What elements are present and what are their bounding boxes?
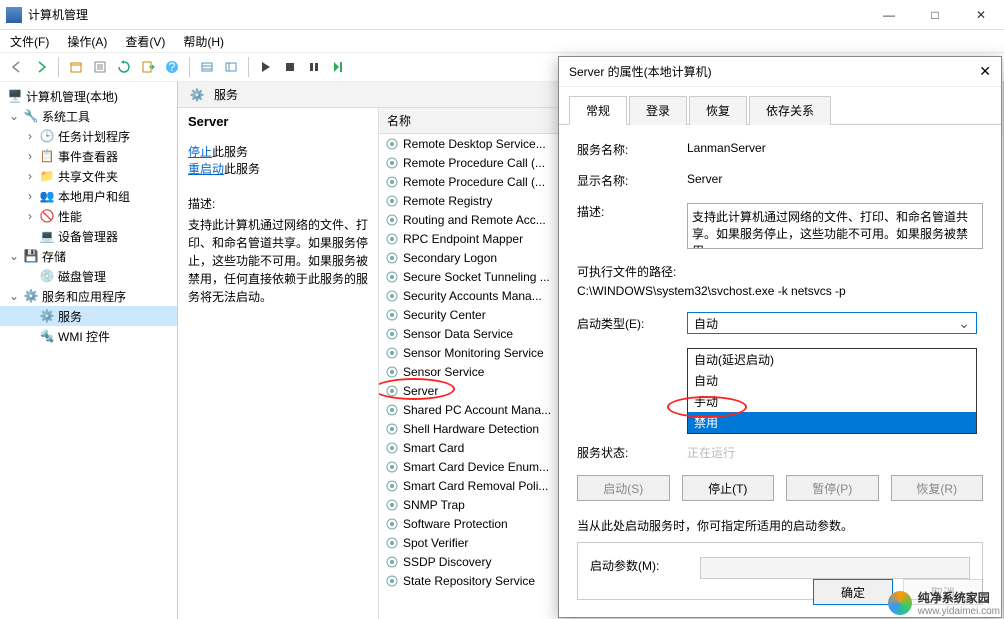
pause-button: 暂停(P): [786, 475, 879, 501]
option-auto[interactable]: 自动: [688, 370, 976, 391]
watermark-url: www.yidaimei.com: [918, 606, 1000, 617]
display-name-value: Server: [687, 172, 983, 186]
service-detail-pane: Server 停止此服务 重启动此服务 描述: 支持此计算机通过网络的文件、打印…: [178, 108, 378, 619]
help-button[interactable]: ?: [161, 56, 183, 78]
desc-textarea[interactable]: [687, 203, 983, 249]
tree-scheduler[interactable]: ›🕒任务计划程序: [0, 126, 177, 146]
desc-label: 描述:: [577, 203, 687, 220]
option-manual[interactable]: 手动: [688, 391, 976, 412]
option-disabled[interactable]: 禁用: [688, 412, 976, 433]
tab-recovery[interactable]: 恢复: [689, 96, 747, 125]
ok-button[interactable]: 确定: [813, 579, 893, 605]
dialog-tabs: 常规 登录 恢复 依存关系: [559, 87, 1001, 125]
back-button[interactable]: [6, 56, 28, 78]
tree-services-apps[interactable]: ⌄⚙️服务和应用程序: [0, 286, 177, 306]
dialog-title: Server 的属性(本地计算机): [569, 63, 712, 80]
tree-disk-mgmt[interactable]: 💿磁盘管理: [0, 266, 177, 286]
start-params-input: [700, 557, 970, 579]
start-params-hint: 当从此处启动服务时，你可指定所适用的启动参数。: [577, 517, 983, 534]
titlebar: 计算机管理 — □ ✕: [0, 0, 1004, 30]
menu-help[interactable]: 帮助(H): [183, 33, 224, 50]
forward-button[interactable]: [30, 56, 52, 78]
pause-button[interactable]: [303, 56, 325, 78]
menu-file[interactable]: 文件(F): [10, 33, 49, 50]
svg-text:?: ?: [169, 60, 176, 74]
tree-system-tools[interactable]: ⌄🔧系统工具: [0, 106, 177, 126]
close-button[interactable]: ✕: [958, 0, 1004, 30]
watermark-site: 纯净系统家园: [918, 589, 1000, 606]
tree-root[interactable]: 🖥️计算机管理(本地): [0, 86, 177, 106]
window-title: 计算机管理: [28, 6, 88, 23]
start-button: 启动(S): [577, 475, 670, 501]
tree-local-users[interactable]: ›👥本地用户和组: [0, 186, 177, 206]
app-icon: [6, 7, 22, 23]
minimize-button[interactable]: —: [866, 0, 912, 30]
resume-button: 恢复(R): [891, 475, 984, 501]
tree-wmi[interactable]: 🔩WMI 控件: [0, 326, 177, 346]
description-text: 支持此计算机通过网络的文件、打印、和命名管道共享。如果服务停止，这些功能不可用。…: [188, 216, 368, 306]
gear-icon: ⚙️: [189, 87, 205, 103]
description-label: 描述:: [188, 195, 368, 212]
stop-button[interactable]: [279, 56, 301, 78]
menu-action[interactable]: 操作(A): [67, 33, 107, 50]
selected-service-name: Server: [188, 114, 368, 129]
tree-storage[interactable]: ⌄💾存储: [0, 246, 177, 266]
tree-services[interactable]: ⚙️服务: [0, 306, 177, 326]
path-value: C:\WINDOWS\system32\svchost.exe -k netsv…: [577, 284, 983, 298]
option-auto-delayed[interactable]: 自动(延迟启动): [688, 349, 976, 370]
service-name-value: LanmanServer: [687, 141, 983, 155]
stop-button[interactable]: 停止(T): [682, 475, 775, 501]
nav-tree[interactable]: 🖥️计算机管理(本地) ⌄🔧系统工具 ›🕒任务计划程序 ›📋事件查看器 ›📁共享…: [0, 82, 178, 619]
tab-dependencies[interactable]: 依存关系: [749, 96, 831, 125]
watermark-icon: [888, 591, 912, 615]
tree-device-manager[interactable]: 💻设备管理器: [0, 226, 177, 246]
properties-dialog: Server 的属性(本地计算机) ✕ 常规 登录 恢复 依存关系 服务名称:L…: [558, 56, 1002, 618]
tree-shared-folders[interactable]: ›📁共享文件夹: [0, 166, 177, 186]
up-button[interactable]: [65, 56, 87, 78]
display-name-label: 显示名称:: [577, 172, 687, 189]
status-label: 服务状态:: [577, 444, 687, 461]
startup-type-label: 启动类型(E):: [577, 315, 687, 332]
startup-type-select[interactable]: 自动: [687, 312, 977, 334]
restart-service-link[interactable]: 重启动: [188, 162, 224, 176]
properties-button[interactable]: [89, 56, 111, 78]
export-button[interactable]: [137, 56, 159, 78]
status-value: 正在运行: [687, 444, 983, 461]
play-button[interactable]: [255, 56, 277, 78]
startup-type-dropdown[interactable]: 自动(延迟启动) 自动 手动 禁用: [687, 348, 977, 434]
watermark: 纯净系统家园 www.yidaimei.com: [888, 589, 1000, 617]
stop-service-link[interactable]: 停止: [188, 145, 212, 159]
list-view-button[interactable]: [196, 56, 218, 78]
restart-button[interactable]: [327, 56, 349, 78]
tab-logon[interactable]: 登录: [629, 96, 687, 125]
menu-view[interactable]: 查看(V): [125, 33, 165, 50]
tree-performance[interactable]: ›🚫性能: [0, 206, 177, 226]
path-label: 可执行文件的路径:: [577, 263, 983, 280]
detail-view-button[interactable]: [220, 56, 242, 78]
maximize-button[interactable]: □: [912, 0, 958, 30]
menubar: 文件(F) 操作(A) 查看(V) 帮助(H): [0, 30, 1004, 52]
refresh-button[interactable]: [113, 56, 135, 78]
dialog-close-button[interactable]: ✕: [979, 63, 991, 80]
service-name-label: 服务名称:: [577, 141, 687, 158]
services-header-label: 服务: [214, 86, 238, 103]
tab-general[interactable]: 常规: [569, 96, 627, 125]
start-params-label: 启动参数(M):: [590, 557, 700, 574]
tree-event-viewer[interactable]: ›📋事件查看器: [0, 146, 177, 166]
